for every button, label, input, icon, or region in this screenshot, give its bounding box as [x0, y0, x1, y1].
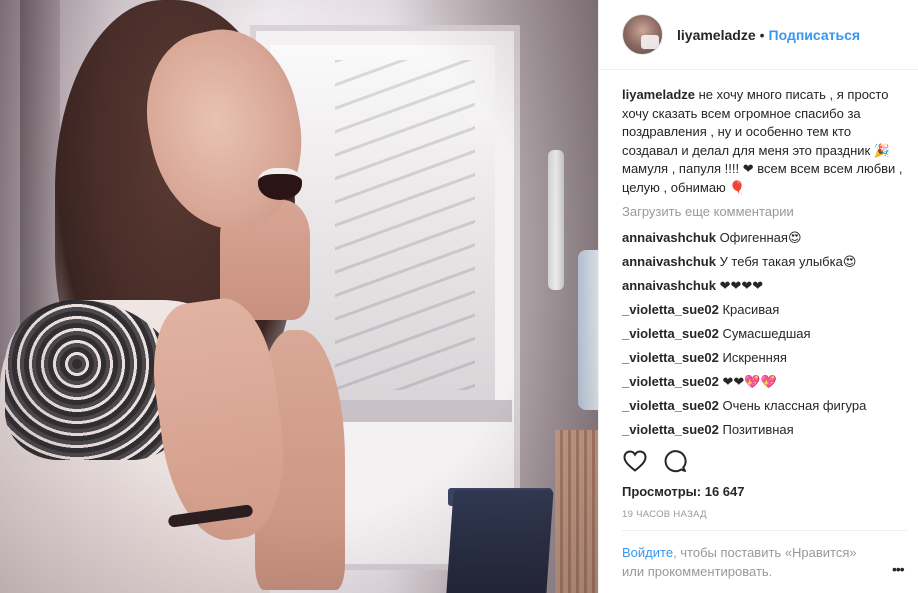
comment-text: Красивая: [722, 302, 780, 317]
comment-text: Офигенная😍: [719, 230, 802, 245]
comment-item: _violetta_sue02 Красивая: [622, 298, 918, 322]
login-link[interactable]: Войдите: [622, 545, 673, 560]
load-more-comments-button[interactable]: Загрузить еще комментарии: [622, 204, 918, 219]
comment-text: У тебя такая улыбка😍: [719, 254, 857, 269]
comment-username[interactable]: _violetta_sue02: [622, 350, 719, 365]
follow-button[interactable]: Подписаться: [769, 27, 861, 43]
comment-username[interactable]: _violetta_sue02: [622, 422, 719, 437]
comment-text: Искренняя: [722, 350, 787, 365]
header-separator: •: [759, 26, 765, 43]
caption-username[interactable]: liyameladze: [622, 87, 695, 102]
post-sidebar: liyameladze • Подписаться liyameladze не…: [598, 0, 918, 593]
speech-bubble-icon[interactable]: [662, 448, 688, 474]
avatar[interactable]: [622, 14, 663, 55]
post-video[interactable]: [0, 0, 598, 593]
comments-list[interactable]: liyameladze не хочу много писать , я про…: [599, 70, 918, 440]
comment-item: _violetta_sue02 Искренняя: [622, 346, 918, 370]
comment-username[interactable]: _violetta_sue02: [622, 398, 719, 413]
comment-item: _violetta_sue02 Позитивная: [622, 418, 918, 440]
comment-text: Сумасшедшая: [722, 326, 811, 341]
comment-username[interactable]: _violetta_sue02: [622, 302, 719, 317]
comment-username[interactable]: _violetta_sue02: [622, 326, 719, 341]
comment-item: annaivashchuk У тебя такая улыбка😍: [622, 250, 918, 274]
divider: [622, 530, 907, 531]
comment-username[interactable]: annaivashchuk: [622, 254, 716, 269]
post-actions: [622, 448, 688, 474]
comment-username[interactable]: annaivashchuk: [622, 230, 716, 245]
comment-item: annaivashchuk ❤❤❤❤: [622, 274, 918, 298]
comment-text: Очень классная фигура: [722, 398, 867, 413]
post-caption: liyameladze не хочу много писать , я про…: [622, 86, 904, 197]
comment-item: _violetta_sue02 Очень классная фигура: [622, 394, 918, 418]
views-label: Просмотры:: [622, 484, 702, 499]
comment-text: ❤❤❤❤: [719, 278, 764, 293]
post-header: liyameladze • Подписаться: [599, 0, 918, 70]
comment-text: Позитивная: [722, 422, 794, 437]
heart-icon[interactable]: [622, 448, 648, 474]
video-vignette: [0, 0, 598, 593]
caption-text: не хочу много писать , я просто хочу ска…: [622, 87, 903, 195]
comment-username[interactable]: _violetta_sue02: [622, 374, 719, 389]
comment-item: annaivashchuk Офигенная😍: [622, 226, 918, 250]
comment-item: _violetta_sue02 ❤❤💖💖: [622, 370, 918, 394]
comment-item: _violetta_sue02 Сумасшедшая: [622, 322, 918, 346]
views-number: 16 647: [704, 484, 745, 499]
post-timestamp[interactable]: 19 часов назад: [622, 509, 707, 520]
login-prompt: Войдите, чтобы поставить «Нравится» или …: [622, 543, 882, 581]
author-username[interactable]: liyameladze: [677, 27, 756, 43]
more-options-icon[interactable]: •••: [892, 561, 905, 577]
comment-text: ❤❤💖💖: [722, 374, 777, 389]
views-count: Просмотры: 16 647: [622, 484, 744, 499]
comment-username[interactable]: annaivashchuk: [622, 278, 716, 293]
